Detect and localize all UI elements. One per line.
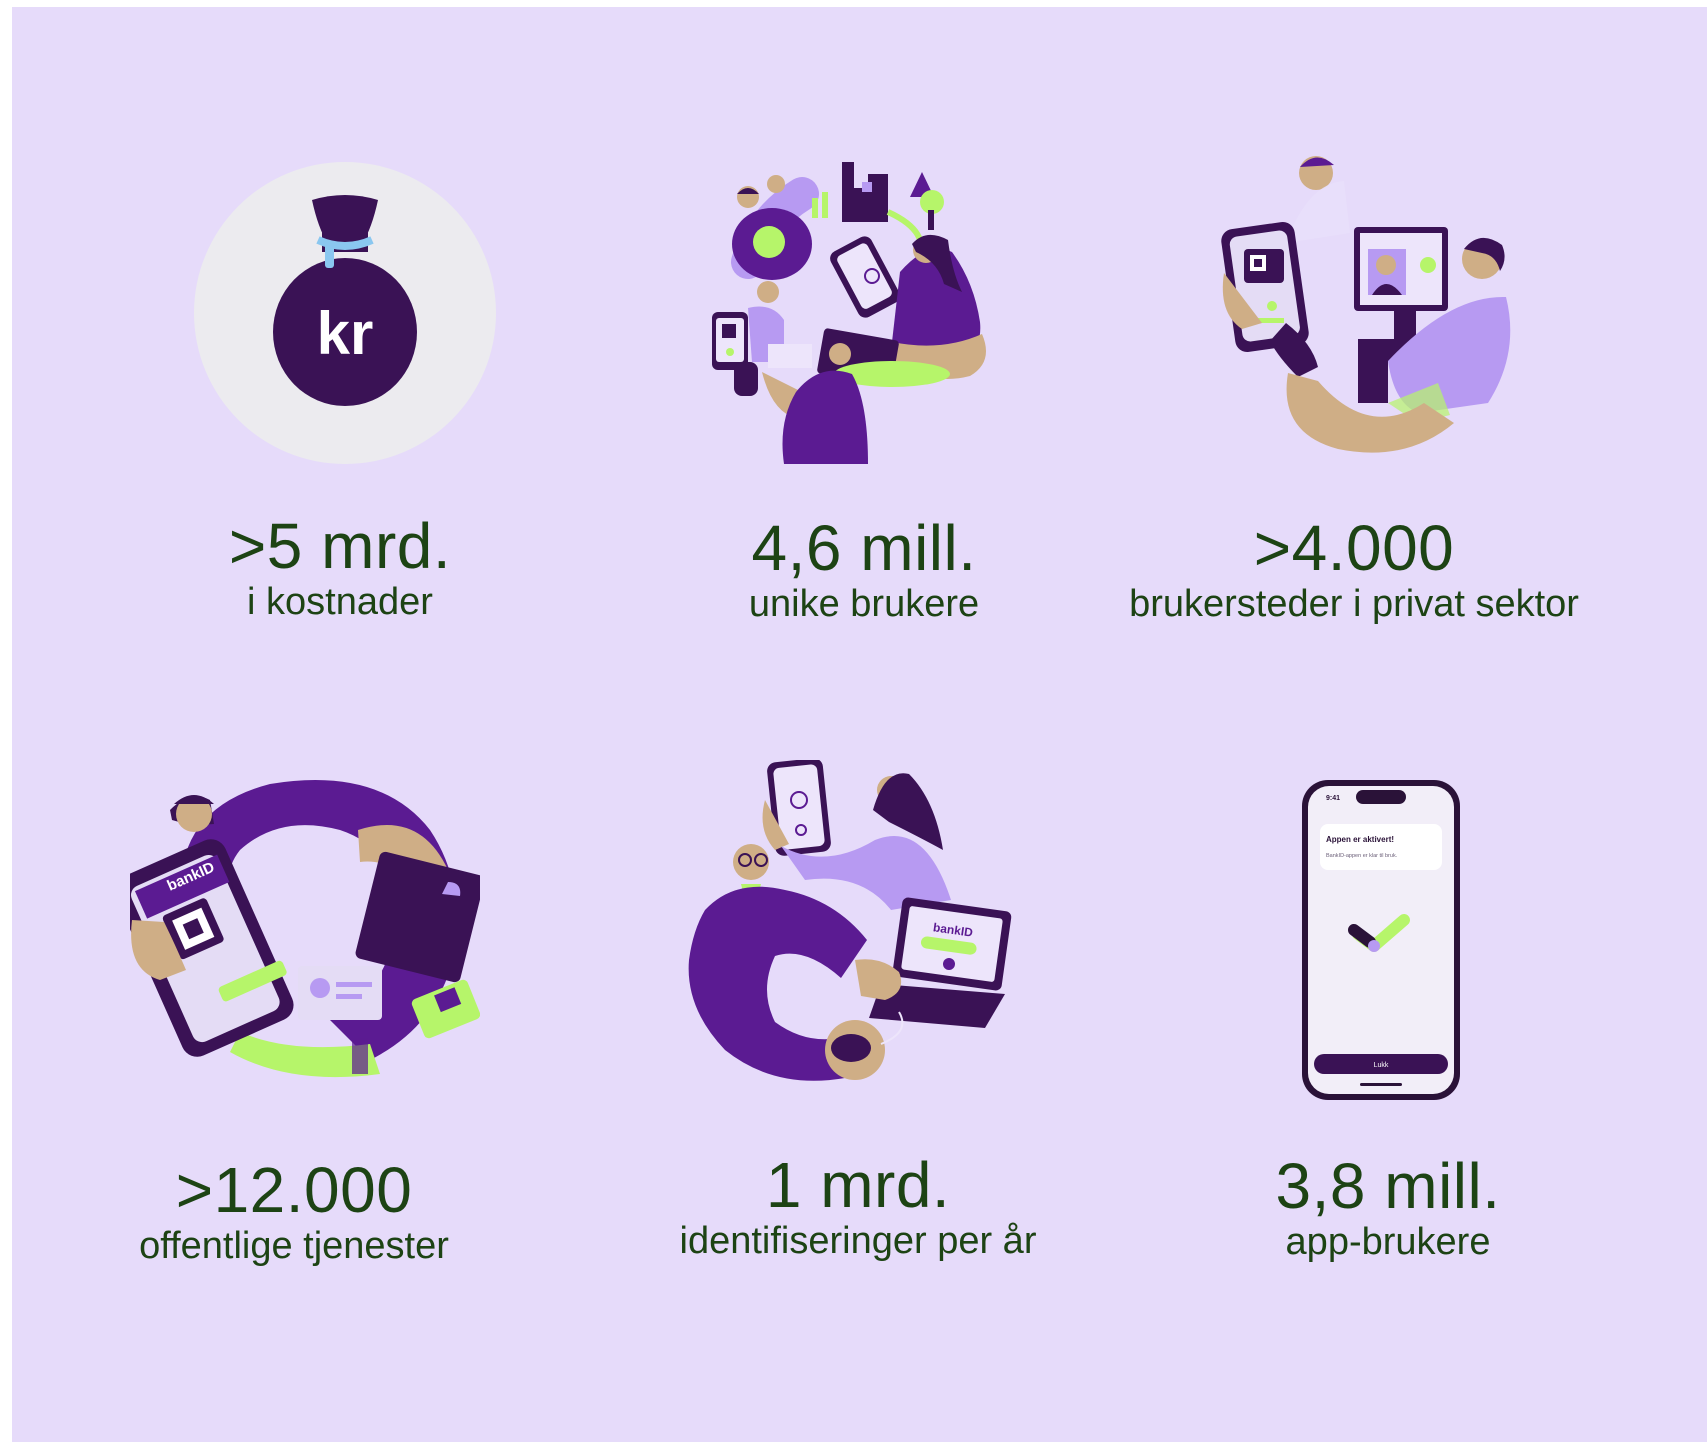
phone-monitor-icon (1218, 153, 1520, 469)
stat-caption: unike brukere (748, 583, 980, 625)
stat-cost: >5 mrd. i kostnader (70, 514, 610, 624)
stat-value: >12.000 (175, 1154, 413, 1226)
money-bag-symbol: kr (317, 300, 374, 367)
stat-value: >4.000 (1253, 512, 1455, 584)
stat-value: 4,6 mill. (751, 512, 977, 584)
phone-card-text: BankID-appen er klar til bruk. (1326, 853, 1398, 859)
people-network-icon (712, 152, 1032, 472)
stat-private-sector: >4.000 brukersteder i privat sektor (1084, 516, 1624, 626)
phone-clock: 9:41 (1326, 795, 1340, 802)
stat-caption: i kostnader (247, 581, 433, 623)
smartphone-app-icon: 9:41 Appen er aktivert! BankID-appen er … (1300, 778, 1462, 1102)
phone-card-title: Appen er aktivert! (1326, 835, 1394, 844)
stat-caption: brukersteder i privat sektor (1129, 583, 1579, 625)
stat-caption: offentlige tjenester (139, 1225, 449, 1267)
laptop-login-icon: bankID (685, 760, 1015, 1098)
bankid-phone-wallet-icon: bankID (130, 770, 480, 1096)
stat-value: 1 mrd. (765, 1149, 951, 1221)
stat-unique-users: 4,6 mill. unike brukere (594, 516, 1134, 626)
stat-app-users: 3,8 mill. app-brukere (1118, 1154, 1658, 1264)
stat-public-services: >12.000 offentlige tjenester (24, 1158, 564, 1268)
phone-close-button: Lukk (1374, 1062, 1389, 1069)
money-bag-icon: kr (194, 162, 496, 464)
stat-caption: identifiseringer per år (679, 1220, 1037, 1262)
stat-value: >5 mrd. (228, 510, 452, 582)
stat-identifications: 1 mrd. identifiseringer per år (588, 1153, 1128, 1263)
stat-caption: app-brukere (1285, 1221, 1491, 1263)
stat-value: 3,8 mill. (1275, 1150, 1501, 1222)
